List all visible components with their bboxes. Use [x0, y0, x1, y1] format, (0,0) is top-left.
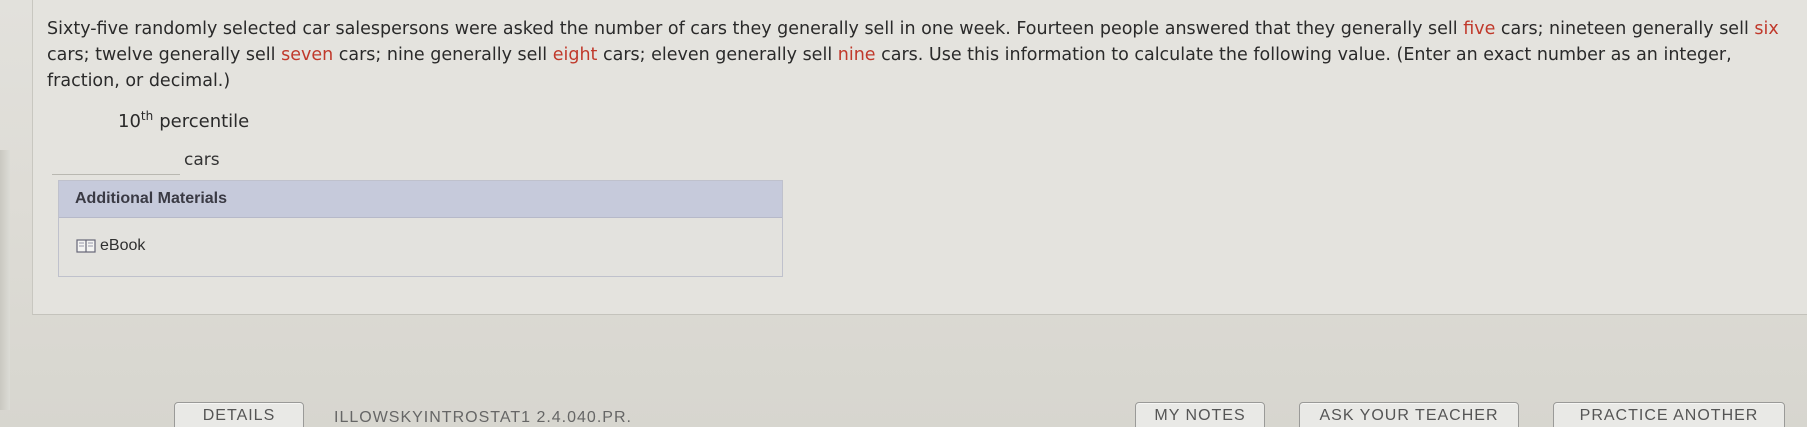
prompt-highlight: seven: [281, 45, 334, 65]
prompt-text: cars; nineteen generally sell: [1495, 19, 1755, 39]
prompt-text: cars; nine generally sell: [333, 45, 553, 65]
window-edge: [0, 150, 10, 410]
prompt-text: cars; twelve generally sell: [47, 45, 282, 65]
answer-unit: cars: [184, 150, 220, 170]
question-prompt: Sixty-five randomly selected car salespe…: [47, 16, 1797, 94]
answer-label-number: 10: [118, 111, 141, 132]
ebook-link[interactable]: eBook: [76, 237, 145, 255]
prompt-highlight: six: [1754, 19, 1779, 39]
additional-materials-panel: Additional Materials eBook: [58, 180, 783, 277]
book-icon: [76, 238, 96, 254]
answer-input[interactable]: [52, 148, 180, 175]
prompt-highlight: nine: [837, 45, 876, 65]
additional-materials-header: Additional Materials: [59, 181, 782, 218]
my-notes-button[interactable]: MY NOTES: [1135, 402, 1265, 427]
prompt-text: cars; eleven generally sell: [597, 45, 838, 65]
details-button[interactable]: DETAILS: [174, 402, 304, 427]
page: Sixty-five randomly selected car salespe…: [0, 0, 1807, 427]
ask-your-teacher-label: ASK YOUR TEACHER: [1319, 407, 1499, 424]
assignment-code: ILLOWSKYINTROSTAT1 2.4.040.PR.: [334, 409, 632, 426]
answer-label-suffix: th: [140, 109, 154, 123]
answer-label: 10th percentile: [118, 109, 249, 132]
practice-another-label: PRACTICE ANOTHER: [1579, 407, 1759, 424]
details-label: DETAILS: [202, 407, 276, 424]
my-notes-label: MY NOTES: [1154, 407, 1246, 424]
answer-label-text: percentile: [159, 111, 250, 132]
prompt-highlight: eight: [552, 45, 598, 65]
practice-another-button[interactable]: PRACTICE ANOTHER: [1553, 402, 1785, 427]
ask-your-teacher-button[interactable]: ASK YOUR TEACHER: [1299, 402, 1519, 427]
prompt-text: Sixty-five randomly selected car salespe…: [47, 19, 1464, 39]
ebook-label: eBook: [100, 237, 146, 254]
prompt-highlight: five: [1463, 19, 1496, 39]
